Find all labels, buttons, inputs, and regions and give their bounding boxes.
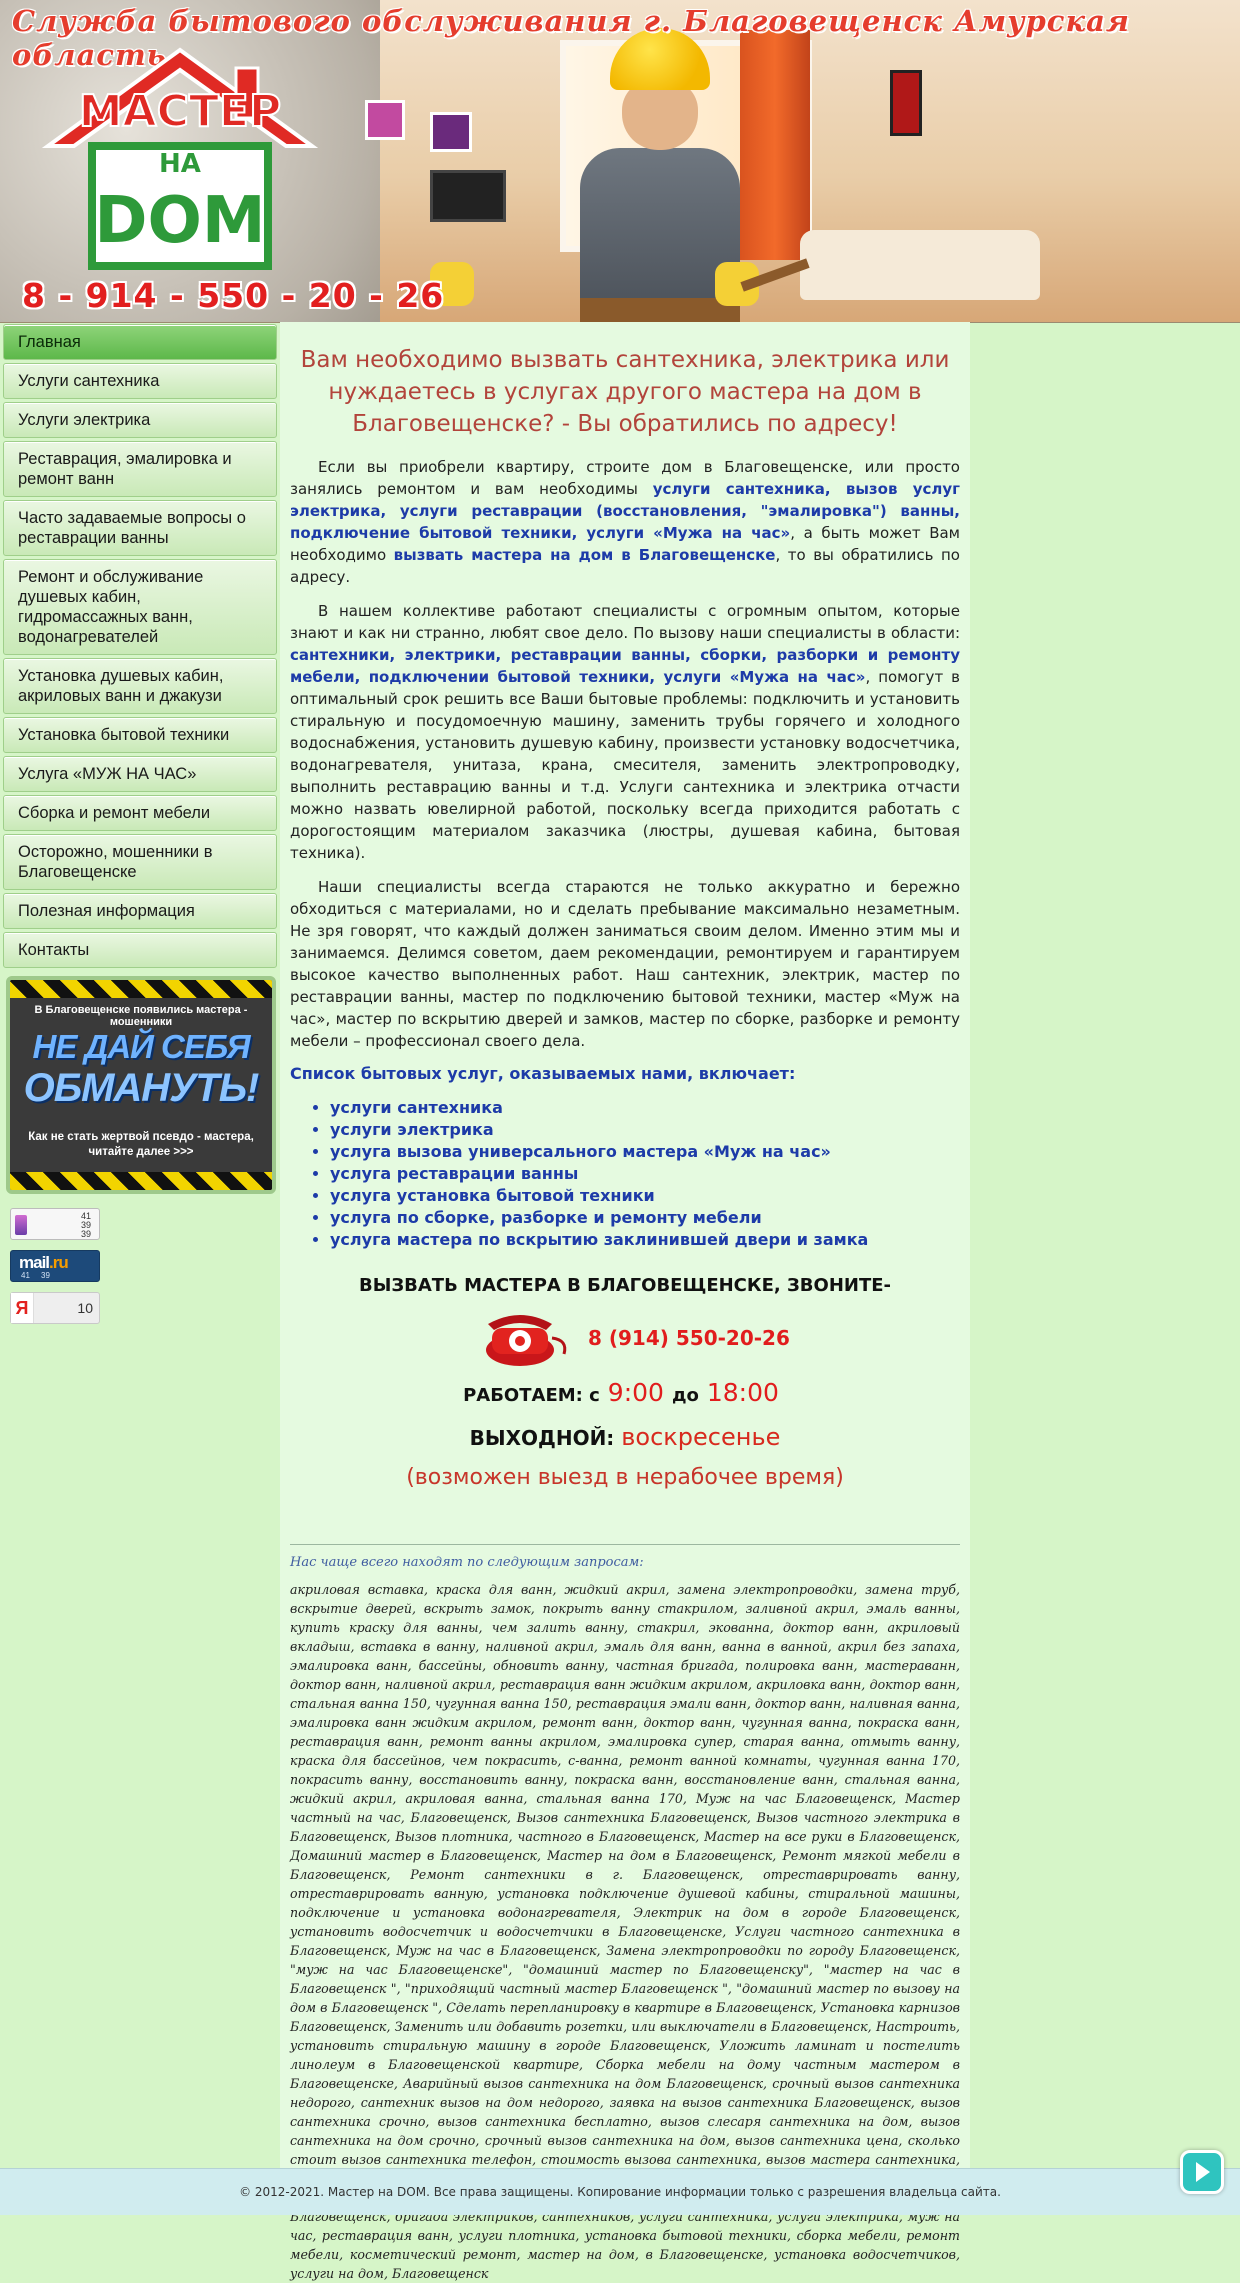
sidebar-item-home[interactable]: Главная (3, 324, 277, 360)
main-content: Вам необходимо вызвать сантехника, элект… (280, 322, 970, 2281)
service-item-electrician[interactable]: услуги электрика (330, 1119, 960, 1141)
sidebar-item-scam-warning[interactable]: Осторожно, мошенники в Благовещенске (3, 834, 277, 890)
red-telephone-icon (486, 1315, 567, 1366)
sidebar-item-shower-repair[interactable]: Ремонт и обслуживание душевых кабин, гид… (3, 559, 277, 655)
sidebar-item-furniture[interactable]: Сборка и ремонт мебели (3, 795, 277, 831)
tv-illustration (430, 170, 506, 222)
page: Служба бытового обслуживания г. Благовещ… (0, 0, 1240, 2281)
liveinternet-counter[interactable]: 41 39 39 (10, 1208, 100, 1240)
divider (290, 1544, 960, 1545)
service-item-appliance[interactable]: услуга установка бытовой техники (330, 1185, 960, 1207)
sidebar-item-shower-install[interactable]: Установка душевых кабин, акриловых ванн … (3, 658, 277, 714)
sidebar: Главная Услуги сантехника Услуги электри… (0, 322, 280, 1324)
footer: © 2012-2021. Мастер на DOM. Все права за… (0, 2168, 1240, 2215)
header-banner: Служба бытового обслуживания г. Благовещ… (0, 0, 1240, 323)
quality-paragraph: Наши специалисты всегда стараются не тол… (290, 878, 960, 1050)
intro-paragraph: Если вы приобрели квартиру, строите дом … (290, 458, 961, 586)
banner-top-text: В Благовещенске появились мастера - моше… (34, 1004, 248, 1028)
sidebar-item-appliance-install[interactable]: Установка бытовой техники (3, 717, 277, 753)
sidebar-item-husband-hour[interactable]: Услуга «МУЖ НА ЧАС» (3, 756, 277, 792)
picture-frame (430, 112, 472, 152)
working-hours: РАБОТАЕМ: с 9:00 до 18:00 (463, 1378, 779, 1407)
yandex-counter[interactable]: Я 10 (10, 1292, 100, 1324)
logo-text-bottom: DOM (94, 184, 265, 258)
team-paragraph: В нашем коллективе работают специалисты … (290, 602, 960, 862)
keywords-title: Нас чаще всего находят по следующим запр… (290, 1555, 644, 1570)
master-na-dom-logo[interactable]: МАСТЕР НА DOM (40, 46, 320, 276)
banner-headline-2: ОБМАНУТЬ! (23, 1066, 260, 1110)
picture-frame (890, 70, 922, 136)
sidebar-item-contacts[interactable]: Контакты (3, 932, 277, 968)
sidebar-item-useful-info[interactable]: Полезная информация (3, 893, 277, 929)
yandex-counter-value: 10 (77, 1300, 93, 1316)
picture-frame (365, 100, 405, 140)
service-item-locks[interactable]: услуга мастера по вскрытию заклинившей д… (330, 1229, 960, 1251)
banner-headline-1: НЕ ДАЙ СЕБЯ (32, 1028, 250, 1065)
call-title: ВЫЗВАТЬ МАСТЕРА В БЛАГОВЕЩЕНСКЕ, ЗВОНИТЕ… (359, 1275, 891, 1296)
sidebar-item-faq[interactable]: Часто задаваемые вопросы о реставрации в… (3, 500, 277, 556)
sidebar-item-bath-restoration[interactable]: Реставрация, эмалировка и ремонт ванн (3, 441, 277, 497)
call-master-link[interactable]: вызвать мастера на дом в Благовещенске (394, 546, 776, 564)
service-item-bath[interactable]: услуга реставрации ванны (330, 1163, 960, 1185)
logo-text-mid: НА (159, 149, 201, 179)
mailru-logo: mail.ru (19, 1253, 69, 1272)
header-phone[interactable]: 8 - 914 - 550 - 20 - 26 (22, 276, 444, 315)
counter-bar-icon (15, 1215, 27, 1235)
banner-subtext: Как не стать жертвой псевдо - мастера, ч… (28, 1131, 254, 1158)
day-off: ВЫХОДНОЙ: воскресенье (469, 1423, 781, 1451)
page-heading: Вам необходимо вызвать сантехника, элект… (300, 347, 950, 437)
after-hours-note: (возможен выезд в нерабочее время) (406, 1465, 844, 1490)
service-item-plumber[interactable]: услуги сантехника (330, 1097, 960, 1119)
contact-phone-row: 8 (914) 550-20-26 (290, 1310, 960, 1370)
specialties-link[interactable]: сантехники, электрики, реставрации ванны… (290, 646, 960, 686)
service-item-husband-hour[interactable]: услуга вызова универсального мастера «Му… (330, 1141, 960, 1163)
sidebar-menu: Главная Услуги сантехника Услуги электри… (0, 324, 280, 968)
sidebar-item-electrician[interactable]: Услуги электрика (3, 402, 277, 438)
logo-text-top: МАСТЕР (79, 86, 281, 137)
scam-warning-banner[interactable]: В Благовещенске появились мастера - моше… (6, 976, 276, 1194)
services-list-title: Список бытовых услуг, оказываемых нами, … (290, 1064, 796, 1083)
yandex-icon: Я (11, 1293, 34, 1323)
service-item-furniture[interactable]: услуга по сборке, разборке и ремонту меб… (330, 1207, 960, 1229)
play-chat-icon[interactable] (1180, 2150, 1224, 2194)
mailru-counter[interactable]: mail.ru 41 39 (10, 1250, 100, 1282)
sofa-illustration (800, 230, 1040, 300)
contact-phone[interactable]: 8 (914) 550-20-26 (588, 1326, 790, 1350)
services-list: услуги сантехника услуги электрика услуг… (290, 1097, 960, 1251)
sidebar-item-plumber[interactable]: Услуги сантехника (3, 363, 277, 399)
